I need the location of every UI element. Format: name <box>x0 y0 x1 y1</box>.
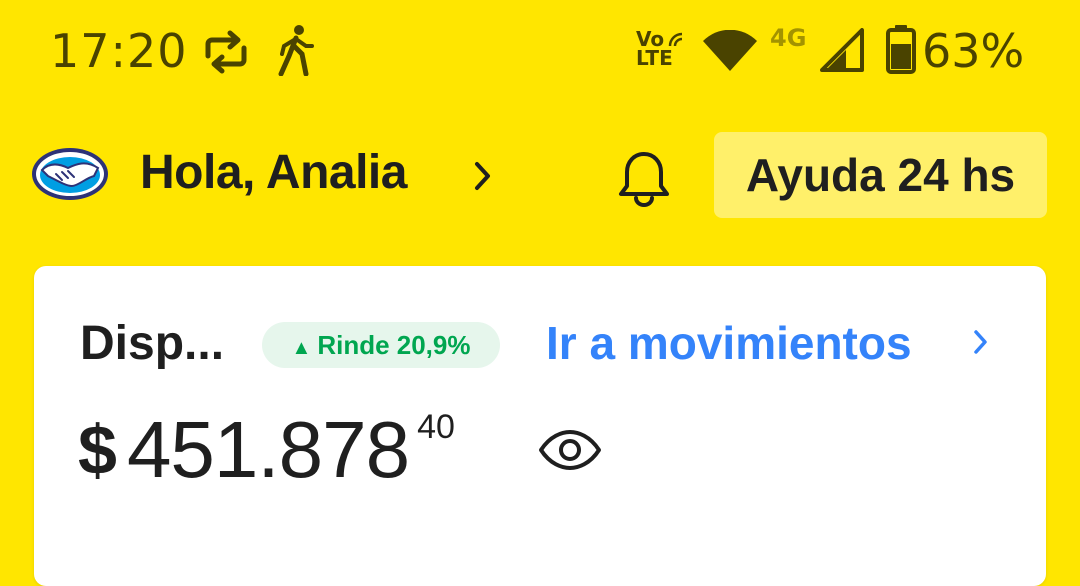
sync-icon <box>205 30 247 74</box>
chevron-right-icon[interactable] <box>972 328 990 356</box>
eye-icon[interactable] <box>538 430 602 470</box>
balance-amount: $451.878 40 <box>78 400 455 500</box>
walking-icon <box>278 25 314 76</box>
chevron-right-icon[interactable] <box>472 160 494 192</box>
battery-icon <box>886 25 916 74</box>
card-title: Disp... <box>80 317 225 370</box>
balance-integer: 451.878 <box>126 405 410 494</box>
yield-badge: ▲ Rinde 20,9% <box>262 322 500 368</box>
account-balance-card: Disp... ▲ Rinde 20,9% Ir a movimientos $4… <box>34 266 1046 586</box>
app-header: Hola, Analia Ayuda 24 hs <box>0 120 1080 230</box>
movements-link[interactable]: Ir a movimientos <box>546 312 912 374</box>
signal-icon <box>820 28 864 72</box>
greeting[interactable]: Hola, Analia <box>140 140 407 206</box>
status-time: 17:20 <box>50 24 188 78</box>
network-type: 4G <box>770 24 807 52</box>
help-button[interactable]: Ayuda 24 hs <box>714 132 1047 218</box>
handshake-logo-icon[interactable] <box>30 146 110 202</box>
status-bar: 17:20 Vo LTE 4G 63% <box>0 0 1080 100</box>
yield-label: Rinde 20,9% <box>317 330 471 360</box>
volte-waves-icon <box>668 32 683 47</box>
bell-icon[interactable] <box>614 148 674 208</box>
arrow-up-icon: ▲ <box>291 337 312 359</box>
currency-symbol: $ <box>78 411 117 489</box>
battery-percentage: 63% <box>922 24 1025 78</box>
balance-cents: 40 <box>417 408 455 446</box>
wifi-icon <box>703 30 757 71</box>
